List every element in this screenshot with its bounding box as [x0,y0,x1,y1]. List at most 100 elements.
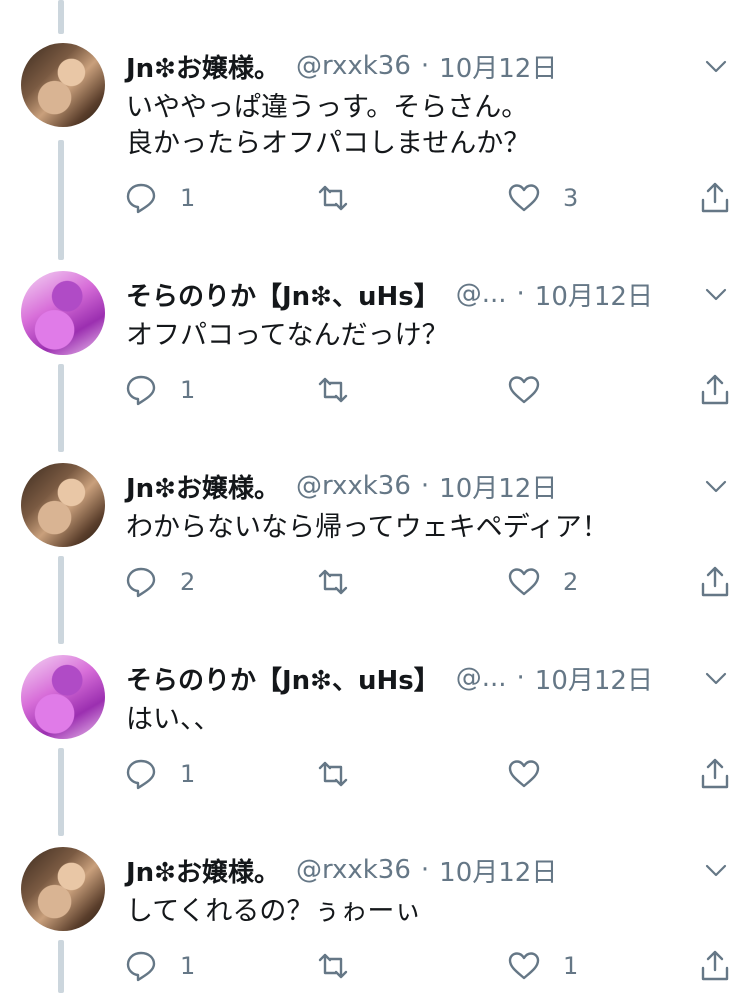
reply-icon [126,375,156,406]
user-handle[interactable]: @... [456,663,507,693]
tweet-actions: 1 1 [0,946,750,986]
share-button[interactable] [698,562,732,602]
share-button[interactable] [698,946,732,986]
avatar[interactable] [21,463,105,547]
retweet-icon [318,761,348,787]
tweet-header: Jn❇お嬢様。 @rxxk36 · 10月12日 [126,46,557,86]
tweet-actions: 1 [0,370,750,410]
display-name[interactable]: そらのりか【Jn❇、uHs】 [126,660,440,697]
share-button[interactable] [698,370,732,410]
heart-icon [508,760,540,788]
reply-button[interactable]: 1 [124,946,195,986]
tweet-header: そらのりか【Jn❇、uHs】 @... · 10月12日 [126,658,653,698]
reply-icon [126,951,156,982]
reply-icon [126,567,156,598]
reply-button[interactable]: 1 [124,178,195,218]
reply-count: 1 [180,952,196,980]
tweet-text: オフパコってなんだっけ？ [126,320,449,351]
avatar[interactable] [21,271,105,355]
reply-icon [126,759,156,790]
display-name[interactable]: Jn❇お嬢様。 [126,468,280,505]
tweet-date[interactable]: 10月12日 [535,276,653,313]
chevron-down-icon[interactable] [704,666,728,690]
share-icon [701,950,729,981]
chevron-down-icon[interactable] [704,54,728,78]
tweet[interactable]: Jn❇お嬢様。 @rxxk36 · 10月12日 してくれるの？ぅゎーぃ 1 1 [0,846,750,993]
tweet[interactable]: そらのりか【Jn❇、uHs】 @... · 10月12日 はい、、 1 [0,654,750,846]
tweet-actions: 2 2 [0,562,750,602]
heart-icon [508,184,540,212]
tweet-header: Jn❇お嬢様。 @rxxk36 · 10月12日 [126,466,557,506]
share-icon [701,758,729,789]
reply-count: 1 [180,376,196,404]
tweet-text: いややっぱ違うっす。そらさん。 良かったらオフパコしませんか？ [126,92,531,159]
like-count: 3 [563,184,579,212]
tweet-date[interactable]: 10月12日 [439,48,557,85]
display-name[interactable]: Jn❇お嬢様。 [126,48,280,85]
share-icon [701,374,729,405]
tweet-date[interactable]: 10月12日 [439,468,557,505]
retweet-button[interactable] [316,946,372,986]
reply-button[interactable]: 1 [124,754,195,794]
tweet-date[interactable]: 10月12日 [535,660,653,697]
like-count: 2 [563,568,579,596]
like-count: 1 [563,952,579,980]
reply-button[interactable]: 2 [124,562,195,602]
share-icon [701,566,729,597]
retweet-button[interactable] [316,562,372,602]
user-handle[interactable]: @rxxk36 [296,51,411,81]
share-button[interactable] [698,754,732,794]
conversation-thread: Jn❇お嬢様。 @rxxk36 · 10月12日 いややっぱ違うっす。そらさん。… [0,0,750,993]
tweet-date[interactable]: 10月12日 [439,852,557,889]
retweet-icon [318,953,348,979]
separator-dot: · [516,279,525,309]
chevron-down-icon[interactable] [704,474,728,498]
tweet-actions: 1 3 [0,178,750,218]
separator-dot: · [420,471,430,501]
tweet-text: わからないなら帰ってウェキペディア！ [126,512,609,543]
like-button[interactable] [507,754,563,794]
reply-icon [126,183,156,214]
tweet[interactable]: Jn❇お嬢様。 @rxxk36 · 10月12日 いややっぱ違うっす。そらさん。… [0,42,750,234]
share-button[interactable] [698,178,732,218]
retweet-icon [318,185,348,211]
separator-dot: · [420,51,430,81]
reply-count: 2 [180,568,196,596]
display-name[interactable]: Jn❇お嬢様。 [126,852,280,889]
user-handle[interactable]: @... [456,279,507,309]
retweet-icon [318,569,348,595]
reply-count: 1 [180,184,196,212]
thread-line [58,0,64,34]
separator-dot: · [516,663,525,693]
avatar[interactable] [21,847,105,931]
retweet-icon [318,377,348,403]
avatar[interactable] [21,43,105,127]
separator-dot: · [420,855,430,885]
reply-button[interactable]: 1 [124,370,195,410]
retweet-button[interactable] [316,370,372,410]
like-button[interactable]: 1 [507,946,578,986]
tweet[interactable]: Jn❇お嬢様。 @rxxk36 · 10月12日 わからないなら帰ってウェキペデ… [0,462,750,654]
like-button[interactable] [507,370,563,410]
user-handle[interactable]: @rxxk36 [296,471,411,501]
chevron-down-icon[interactable] [704,282,728,306]
tweet-header: そらのりか【Jn❇、uHs】 @... · 10月12日 [126,274,653,314]
reply-count: 1 [180,760,196,788]
display-name[interactable]: そらのりか【Jn❇、uHs】 [126,276,440,313]
retweet-button[interactable] [316,178,372,218]
tweet[interactable]: そらのりか【Jn❇、uHs】 @... · 10月12日 オフパコってなんだっけ… [0,270,750,462]
like-button[interactable]: 3 [507,178,578,218]
tweet-text: してくれるの？ぅゎーぃ [126,896,422,927]
avatar[interactable] [21,655,105,739]
tweet-actions: 1 [0,754,750,794]
chevron-down-icon[interactable] [704,858,728,882]
retweet-button[interactable] [316,754,372,794]
tweet-text: はい、、 [126,704,221,735]
like-button[interactable]: 2 [507,562,578,602]
user-handle[interactable]: @rxxk36 [296,855,411,885]
share-icon [701,182,729,213]
heart-icon [508,568,540,596]
tweet-header: Jn❇お嬢様。 @rxxk36 · 10月12日 [126,850,557,890]
heart-icon [508,376,540,404]
heart-icon [508,952,540,980]
